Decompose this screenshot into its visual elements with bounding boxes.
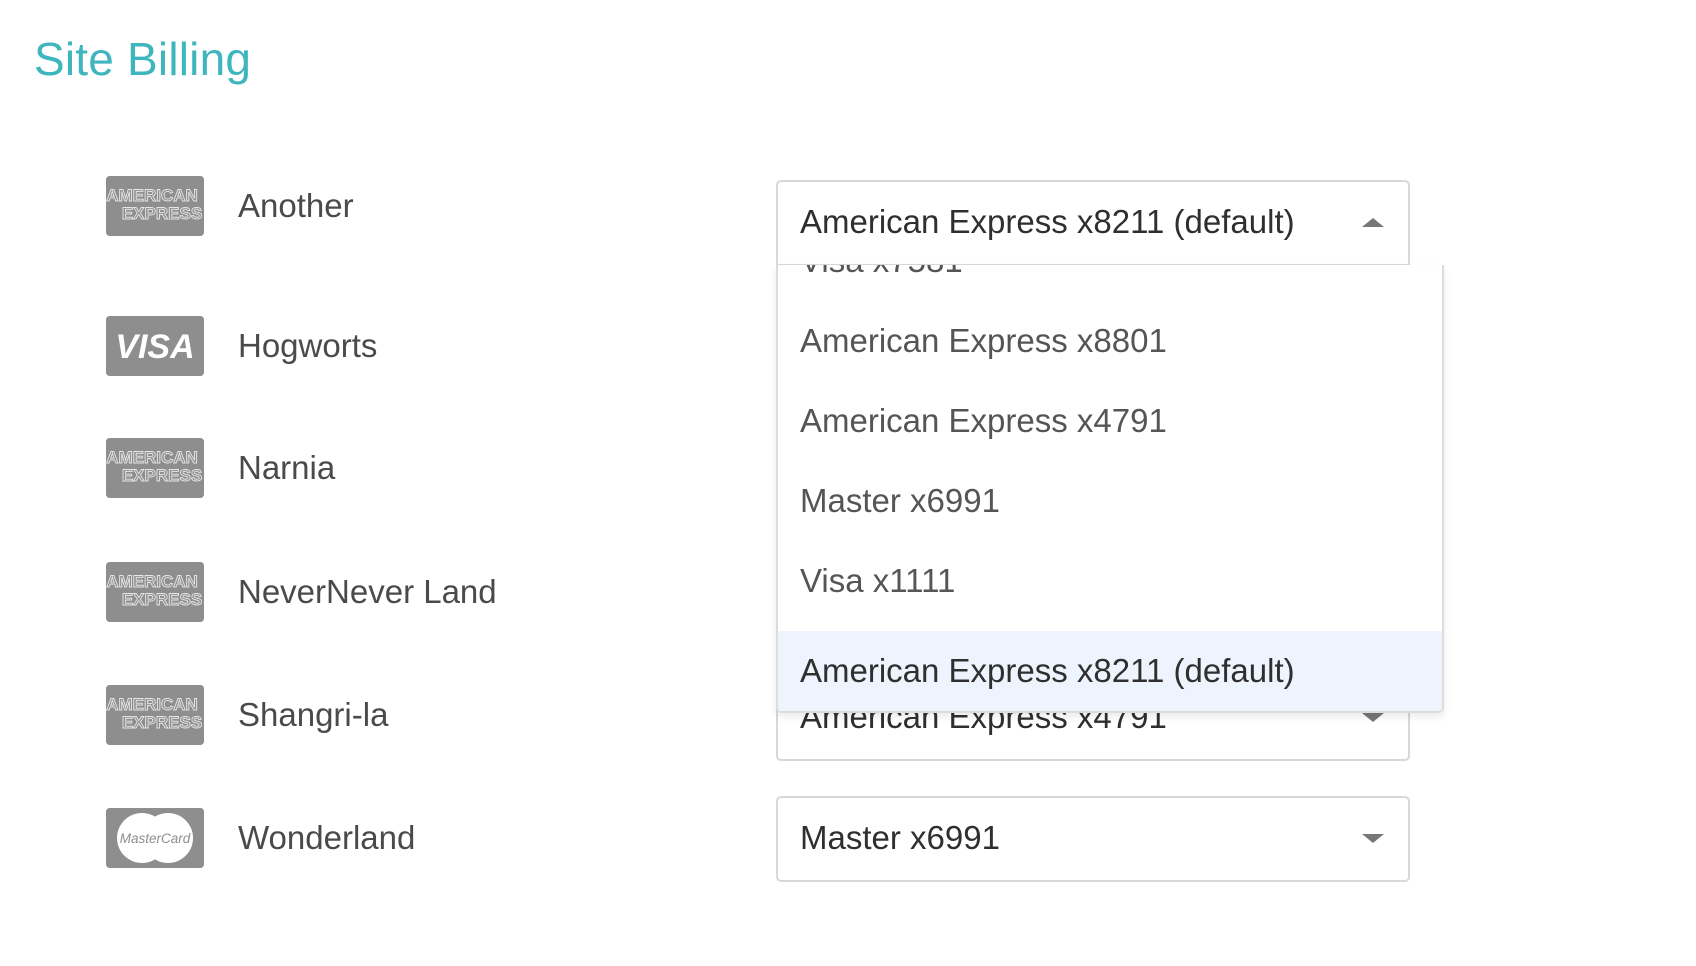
site-name: Hogworts — [238, 327, 378, 364]
dropdown-option[interactable]: Visa x1111 — [778, 541, 1442, 621]
site-row-wonderland: MasterCard Wonderland — [106, 808, 706, 868]
chevron-down-icon — [1362, 834, 1384, 843]
svg-text:AMERICAN: AMERICAN — [106, 695, 198, 714]
chevron-up-icon — [1362, 218, 1384, 227]
payment-select-another[interactable]: American Express x8211 (default) — [776, 180, 1410, 266]
site-name: Wonderland — [238, 819, 416, 856]
visa-card-icon: VISA — [106, 316, 204, 376]
svg-text:AMERICAN: AMERICAN — [106, 186, 198, 205]
svg-text:MasterCard: MasterCard — [120, 831, 191, 846]
site-row-shangri-la: AMERICAN EXPRESS Shangri-la — [106, 685, 706, 745]
site-row-nevernever-land: AMERICAN EXPRESS NeverNever Land — [106, 562, 706, 622]
amex-card-icon: AMERICAN EXPRESS — [106, 685, 204, 745]
select-value: American Express x8211 (default) — [800, 203, 1295, 240]
site-row-another: AMERICAN EXPRESS Another — [106, 176, 706, 236]
dropdown-option[interactable]: Visa x7581 — [778, 265, 1442, 301]
site-row-hogworts: VISA Hogworts — [106, 316, 706, 376]
payment-dropdown-list[interactable]: Visa x7581 American Express x8801 Americ… — [776, 265, 1444, 713]
mastercard-card-icon: MasterCard — [106, 808, 204, 868]
site-name: Shangri-la — [238, 696, 389, 733]
page-title: Site Billing — [34, 33, 252, 85]
svg-text:AMERICAN: AMERICAN — [106, 572, 198, 591]
amex-card-icon: AMERICAN EXPRESS — [106, 562, 204, 622]
site-name: Narnia — [238, 449, 336, 486]
site-row-narnia: AMERICAN EXPRESS Narnia — [106, 438, 706, 498]
dropdown-option[interactable]: American Express x4791 — [778, 381, 1442, 461]
site-name: NeverNever Land — [238, 573, 497, 610]
svg-text:EXPRESS: EXPRESS — [122, 590, 202, 609]
dropdown-option-selected[interactable]: American Express x8211 (default) — [778, 631, 1442, 711]
svg-text:VISA: VISA — [115, 328, 194, 366]
dropdown-option[interactable]: American Express x8801 — [778, 301, 1442, 381]
payment-select-wonderland[interactable]: Master x6991 — [776, 796, 1410, 882]
svg-text:EXPRESS: EXPRESS — [122, 204, 202, 223]
select-value: Master x6991 — [800, 819, 1000, 856]
site-billing-page: Site Billing AMERICAN EXPRESS Another VI… — [0, 0, 1696, 966]
amex-card-icon: AMERICAN EXPRESS — [106, 176, 204, 236]
site-name: Another — [238, 187, 354, 224]
dropdown-option[interactable]: Master x6991 — [778, 461, 1442, 541]
svg-text:EXPRESS: EXPRESS — [122, 466, 202, 485]
svg-text:EXPRESS: EXPRESS — [122, 713, 202, 732]
amex-card-icon: AMERICAN EXPRESS — [106, 438, 204, 498]
chevron-down-icon — [1362, 713, 1384, 722]
svg-text:AMERICAN: AMERICAN — [106, 448, 198, 467]
